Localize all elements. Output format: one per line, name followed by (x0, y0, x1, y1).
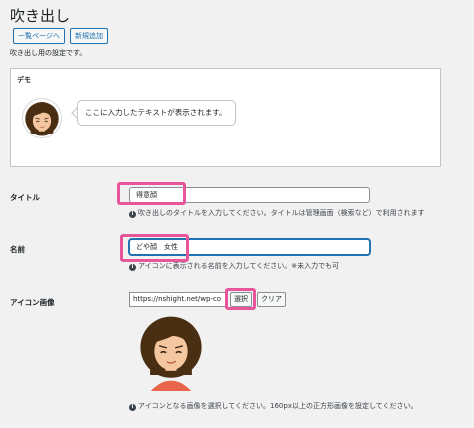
icon-help: i アイコンとなる画像を選択してください。160px以上の正方形画像を設定してくだ… (129, 401, 418, 411)
demo-panel: デモ ここに入力したテキストが表示されます。 (10, 68, 441, 167)
clear-image-button[interactable]: クリア (257, 292, 286, 307)
avatar-face-icon (24, 101, 60, 137)
select-highlight (225, 288, 256, 310)
back-to-list-button[interactable]: 一覧ページへ (13, 28, 65, 44)
page-description: 吹き出し用の設定です。 (10, 49, 87, 57)
icon-url-input[interactable]: https://nshight.net/wp-co (129, 292, 226, 307)
info-icon: i (129, 211, 136, 218)
title-help-text: 吹き出しのタイトルを入力してください。タイトルは管理画面（検索など）で利用されま… (138, 209, 425, 217)
icon-preview-image (139, 315, 203, 391)
info-icon: i (129, 264, 136, 271)
info-icon: i (129, 404, 136, 411)
icon-help-text: アイコンとなる画像を選択してください。160px以上の正方形画像を設定してくださ… (138, 402, 418, 410)
title-help: i 吹き出しのタイトルを入力してください。タイトルは管理画面（検索など）で利用され… (129, 208, 425, 218)
name-help: i アイコンに表示される名前を入力してください。※未入力でも可 (129, 261, 339, 271)
title-highlight (117, 182, 186, 205)
icon-image-label: アイコン画像 (10, 298, 55, 307)
name-help-text: アイコンに表示される名前を入力してください。※未入力でも可 (138, 262, 340, 270)
name-highlight (120, 234, 189, 262)
add-new-button[interactable]: 新規追加 (70, 28, 108, 44)
title-label: タイトル (10, 193, 40, 202)
demo-avatar (22, 98, 62, 138)
page-title: 吹き出し (10, 7, 71, 25)
demo-label: デモ (17, 76, 31, 84)
demo-speech-bubble: ここに入力したテキストが表示されます。 (77, 100, 236, 126)
name-label: 名前 (10, 245, 25, 254)
